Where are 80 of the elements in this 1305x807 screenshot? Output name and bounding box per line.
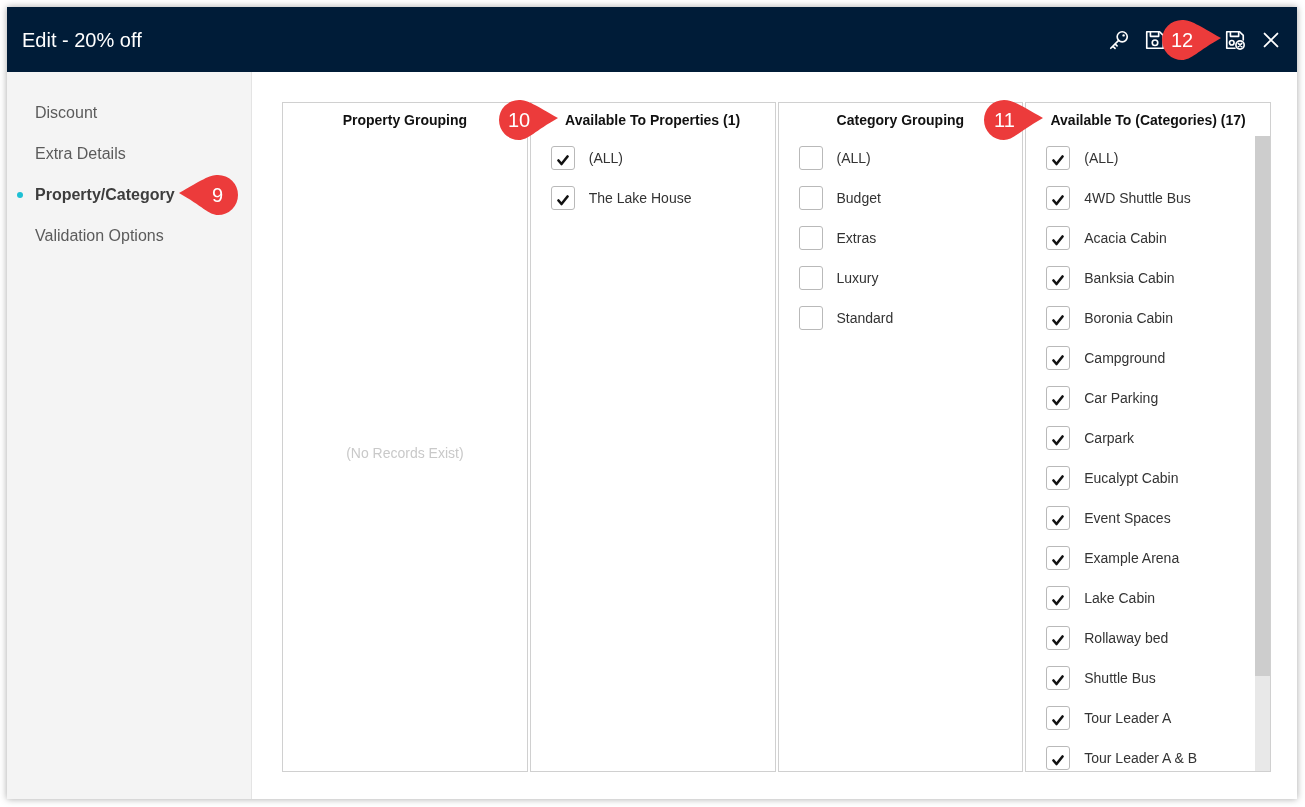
callout-badge: 12: [1160, 17, 1222, 62]
check-icon: [1052, 673, 1065, 686]
checkbox-label: Rollaway bed: [1084, 628, 1169, 648]
callout-badge: 10: [497, 97, 560, 142]
check-icon: [1052, 153, 1065, 166]
checkbox-label: Budget: [836, 188, 881, 208]
check-icon: [1052, 513, 1065, 526]
check-icon: [1052, 273, 1065, 286]
checkbox-label: Eucalypt Cabin: [1084, 468, 1179, 488]
checkbox-label: Boronia Cabin: [1084, 308, 1173, 328]
check-icon: [1052, 713, 1065, 726]
column-heading: Category Grouping: [836, 111, 965, 128]
sidebar-link[interactable]: Extra Details: [35, 141, 126, 166]
check-icon: [1052, 553, 1065, 566]
sidebar-link[interactable]: Discount: [35, 100, 98, 125]
checkbox[interactable]: [1046, 226, 1071, 250]
check-icon: [1052, 393, 1065, 406]
checkbox[interactable]: [1046, 306, 1071, 330]
column-heading: Available To (Categories) (17): [1050, 111, 1246, 128]
checkbox-label: Carpark: [1084, 428, 1135, 448]
check-icon: [1052, 473, 1065, 486]
checkbox[interactable]: [1046, 386, 1071, 410]
column-heading: Property Grouping: [342, 111, 468, 128]
checkbox[interactable]: [1046, 346, 1071, 370]
check-icon: [556, 193, 569, 206]
checkbox-label: Example Arena: [1084, 548, 1180, 568]
checkbox[interactable]: [1046, 706, 1071, 730]
checkbox[interactable]: [798, 146, 823, 170]
checkbox[interactable]: [1046, 426, 1071, 450]
checkbox[interactable]: [1046, 266, 1071, 290]
callout-badge: 11: [982, 97, 1045, 142]
checkbox[interactable]: [1046, 186, 1071, 210]
dialog-title: Edit - 20% off: [22, 27, 142, 53]
check-icon: [1052, 753, 1065, 766]
key-icon[interactable]: [1108, 28, 1130, 51]
checkbox-label: Luxury: [836, 268, 879, 288]
checkbox[interactable]: [798, 266, 823, 290]
check-icon: [1052, 353, 1065, 366]
checkbox[interactable]: [1046, 466, 1071, 490]
check-icon: [1052, 313, 1065, 326]
checkbox[interactable]: [1046, 146, 1071, 170]
check-icon: [1052, 593, 1065, 606]
checkbox[interactable]: [1046, 666, 1071, 690]
sidebar-link[interactable]: Validation Options: [35, 223, 164, 248]
checkbox[interactable]: [1046, 546, 1071, 570]
checkbox-label: (ALL): [588, 148, 623, 168]
check-icon: [1052, 193, 1065, 206]
checkbox[interactable]: [798, 186, 823, 210]
check-icon: [1052, 433, 1065, 446]
checkbox-label: Tour Leader A: [1084, 708, 1172, 728]
checkbox-label: Event Spaces: [1084, 508, 1171, 528]
checkbox-label: 4WD Shuttle Bus: [1084, 188, 1191, 208]
checkbox[interactable]: [1046, 506, 1071, 530]
checkbox-label: Lake Cabin: [1084, 588, 1156, 608]
floppy-disk-cancel-icon[interactable]: [1224, 28, 1246, 51]
checkbox-label: Tour Leader A & B: [1084, 748, 1198, 768]
checkbox-label: Extras: [836, 228, 877, 248]
check-icon: [556, 153, 569, 166]
checkbox[interactable]: [798, 226, 823, 250]
checkbox-label: Banksia Cabin: [1084, 268, 1175, 288]
checkbox[interactable]: [1046, 586, 1071, 610]
checkbox[interactable]: [1046, 746, 1071, 770]
checkbox-label: The Lake House: [588, 188, 692, 208]
checkbox[interactable]: [550, 146, 575, 170]
checkbox-label: Campground: [1084, 348, 1166, 368]
check-icon: [1052, 633, 1065, 646]
active-dot-icon: [17, 191, 23, 198]
checkbox-label: Car Parking: [1084, 388, 1159, 408]
checkbox[interactable]: [1046, 626, 1071, 650]
checkbox[interactable]: [550, 186, 575, 210]
checkbox-label: (ALL): [836, 148, 871, 168]
checkbox[interactable]: [798, 306, 823, 330]
checkbox-label: (ALL): [1084, 148, 1119, 168]
checkbox-label: Shuttle Bus: [1084, 668, 1156, 688]
sidebar-link[interactable]: Property/Category: [35, 182, 175, 207]
check-icon: [1052, 233, 1065, 246]
checkbox-label: Acacia Cabin: [1084, 228, 1167, 248]
column-heading: Available To Properties (1): [565, 111, 741, 128]
checkbox-label: Standard: [836, 308, 894, 328]
callout-badge: 9: [177, 172, 240, 217]
